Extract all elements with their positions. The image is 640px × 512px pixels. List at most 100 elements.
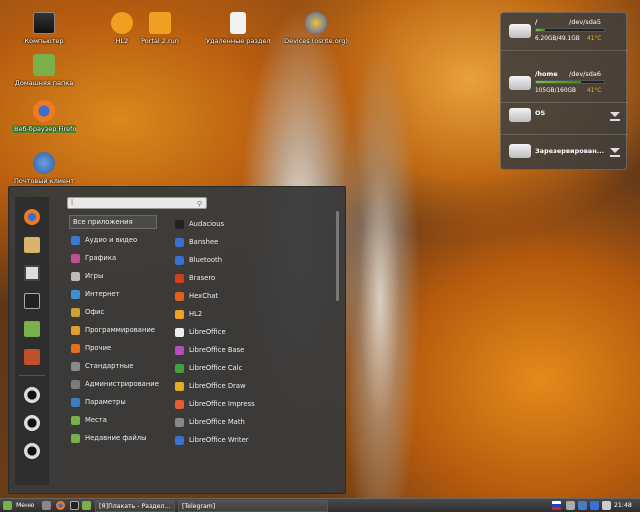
category-label: Места (85, 416, 107, 424)
category-item[interactable]: Аудио и видео (69, 233, 157, 247)
mint-logo-icon (3, 500, 12, 510)
menu-button[interactable]: Меню (3, 500, 34, 512)
app-label: LibreOffice Calc (189, 364, 243, 372)
volume-icon[interactable] (602, 501, 611, 510)
bluetooth-icon[interactable] (590, 501, 599, 510)
desktop-icon-label: Удаленные разделы (206, 37, 270, 45)
firefox-icon[interactable] (24, 209, 40, 225)
show-desktop-icon[interactable] (42, 501, 51, 510)
category-icon (71, 289, 80, 299)
eject-icon[interactable] (610, 148, 620, 157)
category-item[interactable]: Графика (69, 251, 157, 265)
category-item[interactable]: Стандартные (69, 359, 157, 373)
bird-icon (305, 12, 327, 34)
folder-launcher-icon[interactable] (82, 501, 91, 510)
app-item[interactable]: LibreOffice Base (175, 343, 335, 357)
desktop-icon-computer[interactable]: Компьютер (12, 12, 76, 45)
firefox-launcher-icon[interactable] (56, 501, 65, 510)
search-input[interactable]: | ⚲ (67, 197, 207, 209)
drive-mount: / (535, 18, 538, 26)
category-item[interactable]: Прочие (69, 341, 157, 355)
desktop-icon-portal2[interactable]: Portal 2.run (128, 12, 192, 45)
search-text: | (71, 199, 74, 206)
app-icon (175, 309, 184, 319)
taskbar-window-browser[interactable]: [Я]Плакать - Раздел... (95, 500, 175, 512)
category-item[interactable]: Игры (69, 269, 157, 283)
clock[interactable]: 21:48 (614, 500, 632, 512)
category-label: Программирование (85, 326, 155, 334)
category-label: Стандартные (85, 362, 134, 370)
app-icon (175, 237, 184, 247)
app-icon (175, 219, 184, 229)
flag-icon[interactable] (552, 501, 561, 510)
app-item[interactable]: LibreOffice Writer (175, 433, 335, 447)
drive-reserved[interactable]: Зарезервирован... (501, 133, 628, 171)
app-item[interactable]: Banshee (175, 235, 335, 249)
app-item[interactable]: Audacious (175, 217, 335, 231)
category-item[interactable]: Недавние файлы (69, 431, 157, 445)
drive-root[interactable]: / /dev/sda5 6.20GB/49.1GB 41°C (501, 13, 628, 51)
app-item[interactable]: LibreOffice Math (175, 415, 335, 429)
category-item[interactable]: Интернет (69, 287, 157, 301)
category-label: Администрирование (85, 380, 159, 388)
category-item[interactable]: Места (69, 413, 157, 427)
category-label: Офис (85, 308, 105, 316)
shield-icon[interactable] (578, 501, 587, 510)
folder-icon[interactable] (24, 321, 40, 337)
category-item[interactable]: Администрирование (69, 377, 159, 391)
app-item[interactable]: Bluetooth (175, 253, 335, 267)
category-item[interactable]: Офис (69, 305, 157, 319)
power-icon[interactable] (24, 443, 40, 459)
category-icon (71, 271, 80, 281)
category-label: Прочие (85, 344, 112, 352)
settings-icon[interactable] (24, 265, 40, 281)
app-item[interactable]: LibreOffice Impress (175, 397, 335, 411)
app-icon (175, 273, 184, 283)
app-icon (175, 435, 184, 445)
category-label: Аудио и видео (85, 236, 138, 244)
network-icon[interactable] (566, 501, 575, 510)
software-manager-icon[interactable] (24, 237, 40, 253)
app-item[interactable]: LibreOffice Calc (175, 361, 335, 375)
drive-usage-bar (535, 80, 605, 84)
drive-usage-fill (536, 81, 581, 83)
app-label: LibreOffice Draw (189, 382, 246, 390)
drive-mount: Зарезервирован... (535, 147, 605, 155)
app-label: Bluetooth (189, 256, 222, 264)
brick-icon[interactable] (24, 349, 40, 365)
favorites-separator (19, 375, 45, 376)
app-item[interactable]: HexChat (175, 289, 335, 303)
eject-icon[interactable] (610, 112, 620, 121)
category-icon (71, 415, 80, 425)
app-icon (175, 327, 184, 337)
terminal-icon[interactable] (24, 293, 40, 309)
taskbar-window-telegram[interactable]: [Telegram] (178, 500, 328, 512)
desktop-icon-home[interactable]: Домашняя папка (12, 54, 76, 87)
document-icon (230, 12, 246, 34)
category-label: Графика (85, 254, 117, 262)
desktop-icon-mail[interactable]: Почтовый клиент (12, 152, 76, 185)
app-list-scrollbar[interactable] (336, 211, 339, 301)
app-item[interactable]: LibreOffice Draw (175, 379, 335, 393)
app-label: HL2 (189, 310, 203, 318)
logout-icon[interactable] (24, 415, 40, 431)
desktop-icon-devices[interactable]: Devices (osrite.org) (284, 12, 348, 45)
category-item[interactable]: Программирование (69, 323, 157, 337)
lock-screen-icon[interactable] (24, 387, 40, 403)
app-label: Brasero (189, 274, 216, 282)
app-item[interactable]: HL2 (175, 307, 335, 321)
category-icon (71, 307, 80, 317)
drive-usage-bar (535, 28, 605, 32)
category-label: Параметры (85, 398, 126, 406)
category-label: Все приложения (73, 218, 133, 226)
desktop-icon-file[interactable]: Удаленные разделы (206, 12, 270, 45)
desktop-icon-firefox[interactable]: Веб-браузер Firefox (12, 100, 76, 133)
app-item[interactable]: LibreOffice (175, 325, 335, 339)
drive-usage: 6.20GB/49.1GB (535, 36, 580, 42)
category-item[interactable]: Все приложения (69, 215, 157, 229)
app-item[interactable]: Brasero (175, 271, 335, 285)
hard-drive-icon (509, 76, 531, 90)
drive-os[interactable]: OS (501, 97, 628, 135)
category-item[interactable]: Параметры (69, 395, 157, 409)
terminal-launcher-icon[interactable] (70, 501, 79, 510)
